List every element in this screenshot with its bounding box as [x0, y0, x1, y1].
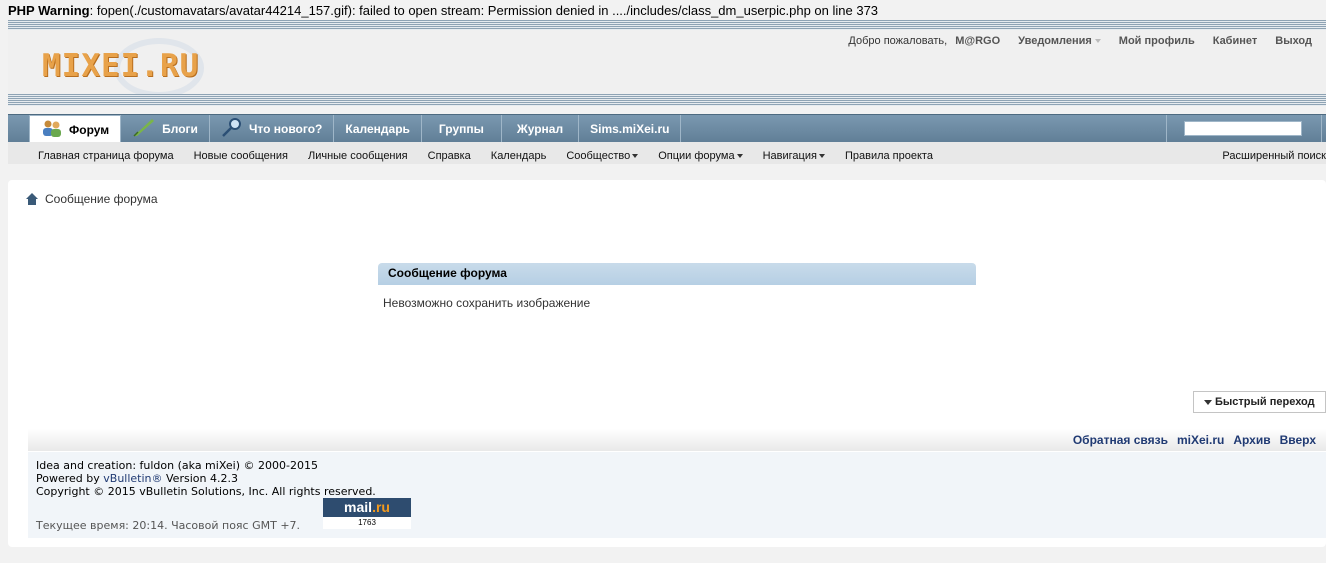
- search-input[interactable]: [1184, 121, 1302, 136]
- tab-whats-new[interactable]: Что нового?: [210, 115, 335, 143]
- triangle-down-icon: [1204, 399, 1212, 405]
- php-warning-message: : fopen(./customavatars/avatar44214_157.…: [89, 3, 879, 18]
- main-navbar: Форум Блоги Что нового? Календарь Группы…: [8, 114, 1326, 144]
- subnav-item-private-messages[interactable]: Личные сообщения: [308, 150, 408, 162]
- nav-divider: [1321, 115, 1322, 143]
- mailru-counter[interactable]: mail.ru 1763: [323, 498, 411, 529]
- tab-groups-label: Группы: [438, 122, 484, 136]
- powered-suffix: Version 4.2.3: [162, 472, 238, 485]
- header-stripe-top: [8, 20, 1326, 30]
- footer-link-feedback[interactable]: Обратная связь: [1073, 433, 1168, 447]
- subnav-item-new-posts[interactable]: Новые сообщения: [194, 150, 288, 162]
- footer-body: Idea and creation: fuldon (aka miXei) © …: [28, 452, 1326, 538]
- subnav-item-forum-home[interactable]: Главная страница форума: [38, 150, 174, 162]
- notifications-label: Уведомления: [1018, 35, 1092, 47]
- footer-copyright: Copyright © 2015 vBulletin Solutions, In…: [36, 485, 376, 498]
- nav-search-area: [1166, 115, 1326, 143]
- subnav-item-rules[interactable]: Правила проекта: [845, 150, 933, 162]
- footer-link-archive[interactable]: Архив: [1233, 433, 1270, 447]
- quick-nav-label: Быстрый переход: [1215, 396, 1315, 408]
- forum-message-box: Сообщение форума Невозможно сохранить из…: [378, 263, 976, 321]
- tab-blogs-label: Блоги: [162, 122, 198, 136]
- logout-link[interactable]: Выход: [1275, 35, 1312, 47]
- magnifier-icon: [221, 117, 243, 141]
- users-icon: [41, 119, 63, 141]
- footer-link-top[interactable]: Вверх: [1280, 433, 1316, 447]
- footer-credits: Idea and creation: fuldon (aka miXei) © …: [36, 459, 376, 498]
- welcome-text: Добро пожаловать,: [848, 35, 948, 47]
- feather-pen-icon: [132, 117, 156, 141]
- vbulletin-link[interactable]: vBulletin®: [103, 472, 162, 485]
- footer-time: Текущее время: 20:14. Часовой пояс GMT +…: [36, 519, 300, 532]
- counter-value: 1763: [323, 517, 411, 529]
- subnav-items: Главная страница форума Новые сообщения …: [38, 150, 933, 162]
- footer-powered-line: Powered by vBulletin® Version 4.2.3: [36, 472, 376, 485]
- footer-links: Обратная связь miXei.ru Архив Вверх: [28, 429, 1326, 451]
- notifications-menu[interactable]: Уведомления: [1018, 35, 1101, 47]
- timezone-label: . Часовой пояс GMT +7.: [164, 519, 301, 532]
- username-link[interactable]: M@RGO: [955, 35, 1000, 47]
- tab-journal[interactable]: Журнал: [502, 115, 580, 143]
- nav-tabs: Форум Блоги Что нового? Календарь Группы…: [29, 115, 682, 144]
- sub-navbar: Главная страница форума Новые сообщения …: [8, 142, 1326, 164]
- home-icon[interactable]: [26, 193, 38, 205]
- logo-text: MIXEI.RU: [42, 48, 200, 84]
- quick-nav-button[interactable]: Быстрый переход: [1193, 391, 1326, 413]
- breadcrumb: Сообщение форума: [26, 192, 158, 206]
- powered-prefix: Powered by: [36, 472, 104, 485]
- message-title: Сообщение форума: [378, 263, 976, 285]
- tab-forum[interactable]: Форум: [29, 115, 122, 144]
- php-warning: PHP Warning: fopen(./customavatars/avata…: [8, 3, 878, 18]
- site-logo[interactable]: MIXEI.RU: [42, 38, 222, 98]
- footer-link-home[interactable]: miXei.ru: [1177, 433, 1224, 447]
- subnav-item-community[interactable]: Сообщество: [566, 150, 638, 162]
- advanced-search-link[interactable]: Расширенный поиск: [1222, 150, 1326, 162]
- message-body: Невозможно сохранить изображение: [383, 296, 591, 310]
- subnav-item-navigation[interactable]: Навигация: [763, 150, 825, 162]
- subnav-item-forum-options[interactable]: Опции форума: [658, 150, 742, 162]
- counter-logo: mail.ru: [323, 498, 411, 517]
- php-warning-label: PHP Warning: [8, 3, 90, 18]
- tab-blogs[interactable]: Блоги: [121, 115, 210, 143]
- counter-name-a: mail: [344, 499, 373, 515]
- tab-calendar[interactable]: Календарь: [334, 115, 422, 143]
- subnav-item-calendar[interactable]: Календарь: [491, 150, 547, 162]
- chevron-down-icon: [1094, 39, 1101, 44]
- time-label: Текущее время:: [36, 519, 133, 532]
- cabinet-link[interactable]: Кабинет: [1213, 35, 1258, 47]
- breadcrumb-current: Сообщение форума: [45, 192, 158, 206]
- footer-idea-line: Idea and creation: fuldon (aka miXei) © …: [36, 459, 318, 472]
- user-toplinks: Добро пожаловать, M@RGO Уведомления Мой …: [848, 35, 1312, 47]
- tab-journal-label: Журнал: [516, 122, 564, 136]
- main-content: Сообщение форума Сообщение форума Невозм…: [8, 180, 1326, 547]
- tab-sims[interactable]: Sims.miXei.ru: [579, 115, 682, 143]
- profile-link[interactable]: Мой профиль: [1119, 35, 1195, 47]
- tab-whats-new-label: Что нового?: [248, 122, 323, 136]
- subnav-item-help[interactable]: Справка: [428, 150, 471, 162]
- tab-groups[interactable]: Группы: [422, 115, 502, 143]
- tab-forum-label: Форум: [69, 123, 110, 137]
- counter-name-b: .ru: [372, 499, 390, 515]
- header-stripe-bottom: [8, 94, 1326, 106]
- time-value: 20:14: [132, 519, 165, 532]
